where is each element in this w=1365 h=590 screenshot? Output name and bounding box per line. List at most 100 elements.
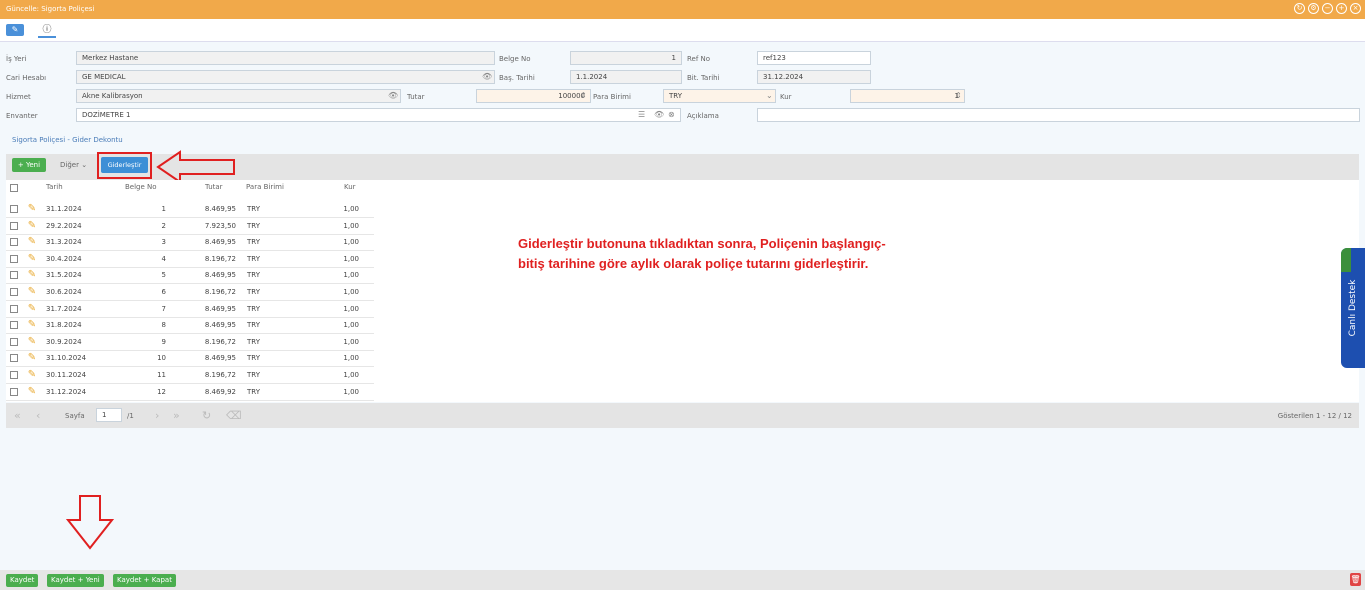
refresh-icon[interactable]: ↻ [1294,3,1305,14]
row-checkbox[interactable] [10,371,18,379]
canli-destek-tab[interactable]: Canlı Destek [1341,248,1365,368]
diger-dropdown[interactable]: Diğer ⌄ [60,158,87,172]
edit-icon[interactable]: ✎ [25,269,39,281]
row-checkbox[interactable] [10,387,18,396]
kaydet-kapat-button[interactable]: Kaydet + Kapat [113,574,176,587]
edit-icon[interactable]: ✎ [25,236,39,248]
select-all-checkbox[interactable] [10,184,18,192]
close-icon[interactable]: × [1350,3,1361,14]
table-row[interactable]: ✎ 31.12.2024 12 8.469,92 TRY 1,00 [6,384,374,401]
column-header-kur[interactable]: Kur [344,183,356,191]
yeni-button[interactable]: + Yeni [12,158,46,172]
eye-icon[interactable]: 👁 [654,110,664,119]
edit-icon[interactable]: ✎ [25,303,39,315]
bas-tarihi-label: Baş. Tarihi [499,74,535,82]
table-row[interactable]: ✎ 31.5.2024 5 8.469,95 TRY 1,00 [6,267,374,285]
delete-icon[interactable]: 🗑 [1350,573,1361,586]
table-row[interactable]: ✎ 29.2.2024 2 7.923,50 TRY 1,00 [6,218,374,235]
row-checkbox[interactable] [10,337,18,346]
row-checkbox[interactable] [10,271,18,280]
table-row[interactable]: ✎ 30.4.2024 4 8.196,72 TRY 1,00 [6,251,374,268]
prev-page-icon[interactable]: ‹ [36,409,40,422]
eye-icon[interactable]: 👁 [388,91,398,100]
tab-info[interactable]: ⓘ [38,24,56,38]
cell-belge-no: 9 [161,337,166,346]
edit-icon[interactable]: ✎ [25,386,39,398]
tutar-field[interactable]: 100000 [476,89,591,103]
para-birimi-select[interactable]: TRY [663,89,776,103]
column-header-para-birimi[interactable]: Para Birimi [246,183,284,191]
tab-bar [0,19,1365,42]
next-page-icon[interactable]: › [155,409,159,422]
column-header-tarih[interactable]: Tarih [46,183,63,191]
edit-icon[interactable]: ✎ [25,203,39,215]
chevron-down-icon[interactable]: ⌄ [766,91,773,100]
ref-no-field[interactable]: ref123 [757,51,871,65]
belge-no-field[interactable]: 1 [570,51,682,65]
eraser-icon[interactable]: ⌫ [226,409,242,422]
table-row[interactable]: ✎ 30.9.2024 9 8.196,72 TRY 1,00 [6,334,374,351]
table-row[interactable]: ✎ 31.8.2024 8 8.469,95 TRY 1,00 [6,317,374,335]
row-checkbox[interactable] [10,205,18,213]
table-row[interactable]: ✎ 31.10.2024 10 8.469,95 TRY 1,00 [6,350,374,368]
table-row[interactable]: ✎ 31.1.2024 1 8.469,95 TRY 1,00 [6,201,374,218]
cell-tarih: 31.8.2024 [46,321,82,330]
page-input[interactable]: 1 [96,408,122,422]
edit-icon[interactable]: ✎ [25,336,39,348]
first-page-icon[interactable]: « [14,409,21,422]
settings-icon[interactable]: ⚙ [1308,3,1319,14]
cell-tarih: 31.1.2024 [46,205,82,213]
section-link[interactable]: Sigorta Poliçesi - Gider Dekontu [12,136,123,144]
cell-belge-no: 2 [161,221,166,230]
aciklama-field[interactable] [757,108,1360,122]
row-checkbox[interactable] [10,238,18,247]
column-header-tutar[interactable]: Tutar [205,183,223,191]
clear-icon[interactable]: ⊗ [668,110,675,119]
spinner-icon[interactable]: ⇕ [580,91,587,100]
kaydet-button[interactable]: Kaydet [6,574,39,587]
edit-icon[interactable]: ✎ [25,253,39,265]
cell-tutar: 8.469,95 [204,271,236,280]
edit-icon[interactable]: ✎ [25,286,39,298]
cell-tarih: 31.12.2024 [46,387,87,396]
list-icon[interactable]: ☰ [638,110,645,119]
bas-tarihi-field[interactable]: 1.1.2024 [570,70,682,84]
table-row[interactable]: ✎ 30.6.2024 6 8.196,72 TRY 1,00 [6,284,374,301]
hizmet-field[interactable]: Akne Kalibrasyon [76,89,401,103]
cari-hesabi-field[interactable]: GE MEDICAL [76,70,495,84]
cell-kur: 1,00 [343,271,359,280]
kaydet-yeni-button[interactable]: Kaydet + Yeni [47,574,104,587]
row-checkbox[interactable] [10,221,18,230]
table-row[interactable]: ✎ 31.3.2024 3 8.469,95 TRY 1,00 [6,234,374,252]
minimize-icon[interactable]: − [1322,3,1333,14]
column-header-belge-no[interactable]: Belge No [125,183,157,191]
envanter-field[interactable]: DOZİMETRE 1 [76,108,681,122]
cell-belge-no: 6 [161,288,166,296]
row-checkbox[interactable] [10,354,18,363]
row-checkbox[interactable] [10,321,18,330]
maximize-icon[interactable]: + [1336,3,1347,14]
tab-edit[interactable]: ✎ [6,24,24,36]
bit-tarihi-field[interactable]: 31.12.2024 [757,70,871,84]
table-row[interactable]: ✎ 31.7.2024 7 8.469,95 TRY 1,00 [6,301,374,318]
cell-belge-no: 3 [161,238,166,247]
spinner-icon[interactable]: ⇕ [955,91,962,100]
row-checkbox[interactable] [10,254,18,263]
refresh-icon[interactable]: ↻ [202,409,211,422]
edit-icon[interactable]: ✎ [25,369,39,381]
row-checkbox[interactable] [10,288,18,296]
cell-tutar: 8.469,95 [204,321,236,330]
edit-icon[interactable]: ✎ [25,352,39,364]
row-checkbox[interactable] [10,304,18,313]
cell-para-birimi: TRY [247,371,260,379]
cell-tarih: 30.9.2024 [46,337,82,346]
is-yeri-field[interactable]: Merkez Hastane [76,51,495,65]
table-row[interactable]: ✎ 30.11.2024 11 8.196,72 TRY 1,00 [6,367,374,384]
kur-field[interactable]: 1 [850,89,965,103]
edit-icon[interactable]: ✎ [25,220,39,232]
last-page-icon[interactable]: » [173,409,180,422]
cell-tarih: 31.3.2024 [46,238,82,247]
eye-icon[interactable]: 👁 [482,72,492,81]
edit-icon[interactable]: ✎ [25,319,39,331]
envanter-label: Envanter [6,112,38,120]
